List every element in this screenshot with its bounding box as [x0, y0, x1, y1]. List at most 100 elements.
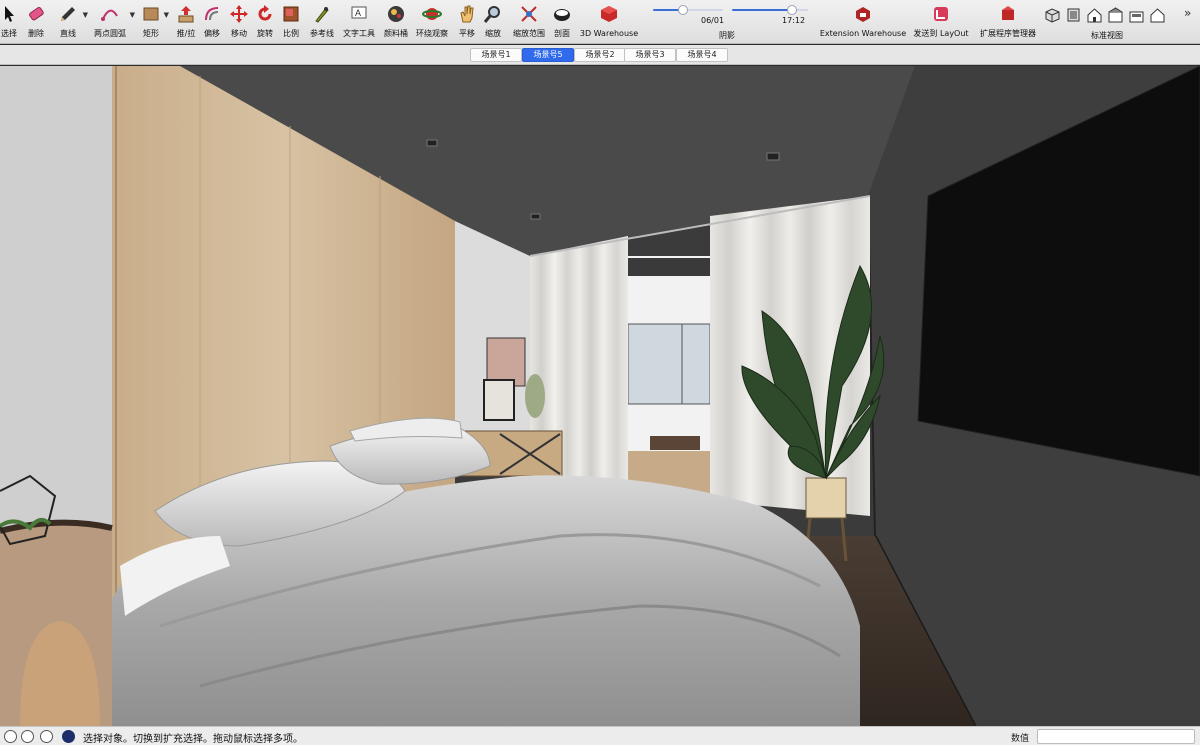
tab-scene-1[interactable]: 场景号1 [470, 48, 522, 62]
eraser-icon [29, 6, 44, 21]
measurements-input[interactable] [1037, 729, 1195, 744]
paint-bucket-tool[interactable]: 颜料桶 [382, 3, 410, 41]
3d-warehouse-button[interactable]: 3D Warehouse [578, 3, 640, 41]
3d-warehouse-label: 3D Warehouse [579, 29, 639, 38]
arc-tool-label: 两点圆弧 [94, 29, 126, 38]
arrow-cursor-icon [5, 6, 14, 22]
move-icon [230, 5, 248, 23]
vase-flowers [525, 374, 545, 418]
tape-measure-tool[interactable]: 参考线 [309, 3, 335, 41]
arc-tool[interactable]: ▼ 两点圆弧 [92, 3, 135, 41]
rectangle-tool[interactable]: ▼ 矩形 [140, 3, 169, 41]
shadow-time-slider[interactable] [732, 5, 808, 15]
zoom-tool[interactable]: 缩放 [482, 3, 504, 41]
section-plane-tool[interactable]: 剖面 [551, 3, 573, 41]
scene-tabs: 场景号1 场景号5 场景号2 场景号3 场景号4 [0, 45, 1200, 65]
bedroom-scene [0, 66, 1200, 726]
front-view-icon[interactable] [1086, 7, 1103, 23]
ceiling-light [766, 152, 780, 161]
tab-scene-2[interactable]: 场景号2 [574, 48, 626, 62]
eraser-tool-label: 删除 [28, 29, 44, 38]
push-pull-icon [178, 6, 194, 23]
line-tool-label: 直线 [60, 29, 76, 38]
left-view-icon[interactable] [1149, 7, 1166, 23]
credits-icon[interactable] [21, 730, 34, 743]
extension-manager-label: 扩展程序管理器 [980, 29, 1036, 38]
standard-views-label: 标准视图 [1091, 31, 1123, 40]
ceiling-light [426, 139, 438, 147]
zoom-icon [483, 6, 500, 23]
text-icon: A [351, 6, 367, 19]
line-tool[interactable]: ▼ 直线 [55, 3, 88, 41]
text-tool[interactable]: A 文字工具 [341, 3, 377, 41]
rectangle-icon [143, 7, 159, 21]
instructor-icon[interactable] [62, 730, 75, 743]
status-bar: 选择对象。切换到扩充选择。拖动鼠标选择多项。 数值 [0, 726, 1200, 745]
top-view-icon[interactable] [1065, 7, 1082, 23]
tape-measure-tool-label: 参考线 [310, 29, 334, 38]
ceiling-light [530, 213, 541, 220]
offset-tool[interactable]: 偏移 [201, 3, 223, 41]
section-plane-tool-label: 剖面 [554, 29, 570, 38]
rotate-tool[interactable]: 旋转 [254, 3, 276, 41]
orbit-tool-label: 环绕观察 [416, 29, 448, 38]
pencil-icon [61, 7, 75, 21]
eraser-tool[interactable]: 删除 [24, 3, 48, 41]
extension-warehouse-button[interactable]: Extension Warehouse [818, 3, 908, 41]
extension-manager-icon [1002, 6, 1014, 20]
pan-hand-icon [460, 5, 474, 23]
pan-tool[interactable]: 平移 [456, 3, 478, 41]
right-view-icon[interactable] [1107, 7, 1124, 23]
text-tool-label: 文字工具 [343, 29, 375, 38]
offset-icon [205, 7, 219, 21]
chevron-down-icon[interactable]: ▼ [83, 11, 88, 19]
tab-scene-5[interactable]: 场景号5 [522, 48, 574, 62]
paint-bucket-tool-label: 颜料桶 [384, 29, 408, 38]
chevron-down-icon[interactable]: ▼ [130, 11, 135, 19]
shadow-date-value: 06/01 [701, 16, 725, 25]
offset-tool-label: 偏移 [204, 29, 220, 38]
zoom-tool-label: 缩放 [485, 29, 501, 38]
geo-location-icon[interactable] [4, 730, 17, 743]
zoom-extents-icon [521, 6, 537, 22]
layout-icon [934, 7, 948, 21]
select-tool-label: 选择 [1, 29, 17, 38]
zoom-extents-tool[interactable]: 缩放范围 [511, 3, 547, 41]
measurements-label: 数值 [1011, 734, 1030, 744]
standard-views-toolbar: 标准视图 [1040, 3, 1174, 41]
tape-measure-icon [315, 7, 329, 23]
shadow-time-value: 17:12 [782, 16, 806, 25]
tab-scene-4[interactable]: 场景号4 [676, 48, 728, 62]
slider-thumb[interactable] [678, 5, 688, 15]
move-tool[interactable]: 移动 [228, 3, 250, 41]
scale-tool[interactable]: 比例 [280, 3, 302, 41]
shadow-date-slider[interactable] [653, 5, 723, 15]
pan-tool-label: 平移 [459, 29, 475, 38]
extension-warehouse-icon [856, 7, 870, 22]
toolbar-overflow-button[interactable]: » [1184, 6, 1191, 20]
user-account-icon[interactable] [40, 730, 53, 743]
select-tool[interactable]: 选择 [0, 3, 18, 41]
model-viewport[interactable] [0, 66, 1200, 726]
svg-text:A: A [355, 8, 361, 18]
orbit-icon [422, 8, 442, 20]
main-toolbar: 选择 删除 ▼ 直线 ▼ 两点圆弧 ▼ 矩形 推/拉 偏移 移动 旋转 比例 参… [0, 0, 1200, 44]
extension-manager-button[interactable]: 扩展程序管理器 [976, 3, 1040, 41]
tab-scene-3[interactable]: 场景号3 [624, 48, 676, 62]
slider-thumb[interactable] [787, 5, 797, 15]
iso-view-icon[interactable] [1044, 7, 1061, 23]
scale-icon [283, 6, 299, 22]
3d-warehouse-icon [601, 6, 617, 22]
send-to-layout-button[interactable]: 发送到 LayOut [912, 3, 970, 41]
send-to-layout-label: 发送到 LayOut [913, 29, 969, 38]
scale-tool-label: 比例 [283, 29, 299, 38]
back-view-icon[interactable] [1128, 7, 1145, 23]
paint-bucket-icon [388, 6, 404, 22]
push-pull-tool[interactable]: 推/拉 [174, 3, 198, 41]
extension-warehouse-label: Extension Warehouse [819, 29, 907, 38]
section-plane-icon [554, 9, 570, 21]
push-pull-tool-label: 推/拉 [176, 29, 196, 38]
move-tool-label: 移动 [231, 29, 247, 38]
chevron-down-icon[interactable]: ▼ [164, 11, 169, 19]
orbit-tool[interactable]: 环绕观察 [414, 3, 450, 41]
